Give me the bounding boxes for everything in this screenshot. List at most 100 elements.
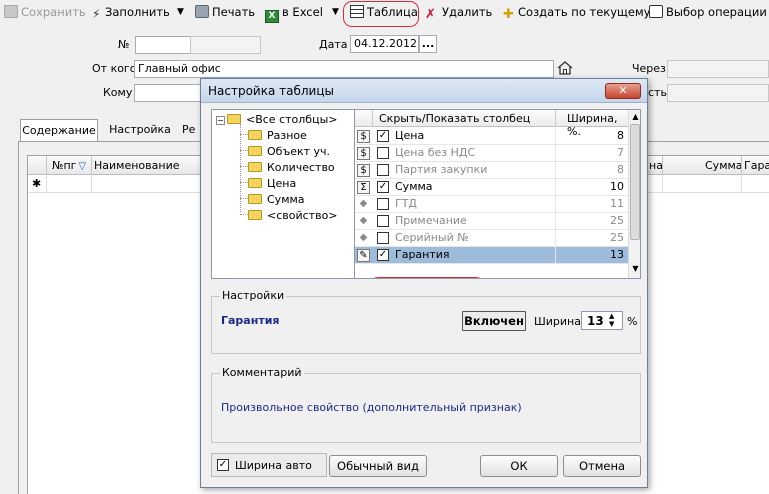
fill-button[interactable]: ⚡ Заполнить [92,3,170,21]
tree-item-quantity[interactable]: Количество [240,160,335,176]
auto-width-checkbox[interactable]: ✓ [217,459,229,471]
col-show-header[interactable]: Скрыть/Показать столбец [379,112,530,125]
dialog-title: Настройка таблицы [208,84,334,98]
column-width[interactable]: 10 [610,180,624,193]
tree-item-sum[interactable]: Сумма [240,192,305,208]
close-button[interactable]: ✕ [605,83,641,99]
scroll-up-icon[interactable]: ▲ [630,111,640,122]
column-width[interactable]: 8 [617,163,624,176]
excel-icon: X [265,10,279,23]
column-name: Партия закупки [395,163,488,176]
visibility-checkbox[interactable] [377,147,389,159]
column-name: Цена без НДС [395,146,476,159]
column-width[interactable]: 7 [617,146,624,159]
print-button[interactable]: Печать [195,3,255,21]
comment-legend: Комментарий [220,366,304,379]
tree-item-misc[interactable]: Разное [240,128,307,144]
columns-grid-header: Скрыть/Показать столбец Ширина, %. [355,110,628,138]
coin-icon: $ [357,164,370,177]
coin-icon: $ [357,147,370,160]
selected-column-name: Гарантия [221,314,280,327]
partial-field[interactable] [667,84,769,102]
table-row[interactable]: ◆ ГТД 11 [355,196,628,213]
vertical-scrollbar[interactable]: ▲ ▼ [628,110,640,278]
percent-label: % [627,315,638,328]
tab-contents[interactable]: Содержание [20,119,98,141]
tree-item-property[interactable]: <свойство> [240,208,338,224]
table-row[interactable]: $ ✓ Цена 8 [355,128,628,145]
spin-up-icon[interactable]: ▲ [609,312,614,320]
auto-width-option[interactable]: ✓ Ширина авто [211,453,327,477]
col-sum-header[interactable]: Сумма [705,159,743,172]
tree-item-price[interactable]: Цена [240,176,296,192]
collapse-icon[interactable]: − [216,116,225,125]
col-num-header[interactable]: №пг ▽ [52,159,86,172]
from-field[interactable]: Главный офис [134,60,554,78]
ok-button[interactable]: ОК [480,455,558,477]
lightning-icon: ⚡ [92,7,101,21]
table-button[interactable]: Таблица [350,3,418,21]
folder-icon [248,210,262,220]
save-button[interactable]: Сохранить [4,3,86,21]
folder-icon [248,130,262,140]
cancel-button[interactable]: Отмена [563,455,641,477]
cell-separator [555,230,556,247]
via-label: Через [632,62,666,75]
to-field[interactable] [134,84,204,102]
table-row[interactable]: ◆ Примечание 25 [355,213,628,230]
spin-down-icon[interactable]: ▼ [609,320,614,328]
column-width[interactable]: 25 [610,231,624,244]
cell-separator [555,196,556,213]
folder-icon [248,178,262,188]
number-suffix-field[interactable] [190,36,261,54]
table-row[interactable]: $ Партия закупки 8 [355,162,628,179]
table-row[interactable]: $ Цена без НДС 7 [355,145,628,162]
excel-button[interactable]: Xв Excel [265,3,323,23]
scroll-down-icon[interactable]: ▼ [630,263,640,274]
visibility-checkbox[interactable]: ✓ [377,249,389,261]
comment-text: Произвольное свойство (дополнительный пр… [221,401,522,414]
number-label: № [118,38,130,51]
normal-view-button[interactable]: Обычный вид [329,455,427,477]
table-row[interactable]: ✎ ✓ Гарантия 13 [355,247,628,264]
col-partial-header[interactable]: на [649,159,663,172]
date-field[interactable]: 04.12.2012 [350,35,419,53]
col-name-header[interactable]: Наименование [94,159,179,172]
via-field[interactable] [667,60,769,78]
select-operation-button[interactable]: Выбор операции [649,3,767,21]
visibility-checkbox[interactable] [377,164,389,176]
column-width[interactable]: 11 [610,197,624,210]
plus-icon: ✚ [503,7,514,22]
operation-icon [649,5,663,18]
home-icon[interactable] [556,59,574,77]
scroll-thumb[interactable] [630,124,640,240]
excel-dropdown-icon[interactable]: ▼ [332,3,339,21]
column-width[interactable]: 25 [610,214,624,227]
fill-dropdown-icon[interactable]: ▼ [177,3,184,21]
visibility-checkbox[interactable] [377,232,389,244]
column-name: Примечание [395,214,467,227]
tree-item-object[interactable]: Объект уч. [240,144,330,160]
delete-button[interactable]: ✗ Удалить [425,3,492,22]
width-spinner[interactable]: 13 ▲ ▼ [581,311,623,330]
visibility-checkbox[interactable]: ✓ [377,130,389,142]
enabled-toggle-button[interactable]: Включен [462,311,526,331]
visibility-checkbox[interactable] [377,198,389,210]
visibility-checkbox[interactable]: ✓ [377,181,389,193]
diamond-icon: ◆ [359,232,368,243]
table-row[interactable]: Σ ✓ Сумма 10 [355,179,628,196]
table-row[interactable]: ◆ Серийный № 25 [355,230,628,247]
create-from-current-button[interactable]: ✚ Создать по текущему [503,3,650,22]
column-width[interactable]: 13 [610,248,624,261]
col-guarantee-header[interactable]: Гаранти [744,159,769,172]
filter-icon[interactable]: ▽ [78,161,86,172]
column-width[interactable]: 8 [617,129,624,142]
column-name: Цена [395,129,425,142]
visibility-checkbox[interactable] [377,215,389,227]
dialog-titlebar[interactable]: Настройка таблицы ✕ [201,79,647,103]
tab-settings[interactable]: Настройка [104,119,176,141]
date-picker-button[interactable]: ... [419,35,437,53]
width-value: 13 [587,314,604,328]
number-field[interactable] [135,36,191,54]
tree-root[interactable]: − <Все столбцы> [216,112,337,128]
